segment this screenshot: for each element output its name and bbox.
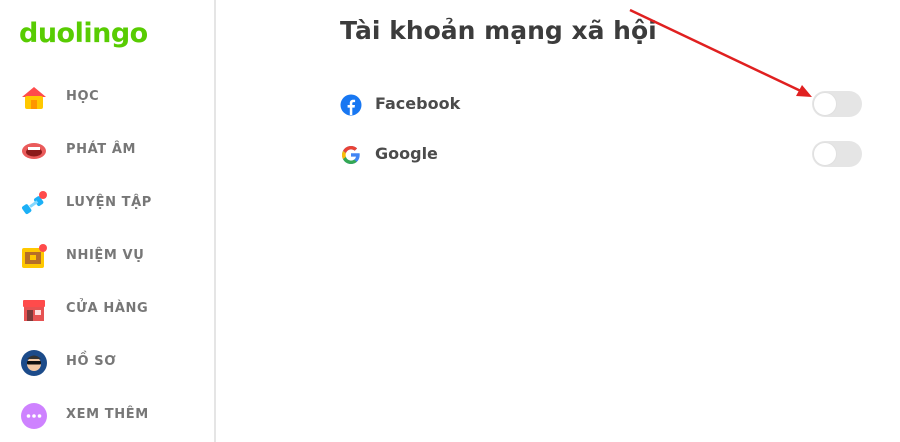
mouth-icon (22, 143, 46, 159)
sidebar-item-label: HỌC (66, 89, 100, 104)
house-icon (22, 87, 46, 109)
toggle-knob (813, 92, 837, 116)
facebook-icon (340, 94, 362, 116)
google-icon (342, 146, 360, 164)
main-content: Tài khoản mạng xã hội Facebook Google (216, 0, 900, 442)
sidebar-item-profile[interactable]: HỒ SƠ (0, 341, 214, 385)
sidebar-item-learn[interactable]: HỌC (0, 76, 214, 120)
shop-icon (23, 300, 45, 321)
avatar-icon (21, 350, 47, 376)
sidebar-item-quests[interactable]: NHIỆM VỤ (0, 235, 214, 279)
sidebar-item-more[interactable]: XEM THÊM (0, 394, 214, 438)
google-label: Google (375, 144, 438, 163)
more-dots-icon (21, 403, 47, 429)
sidebar-item-label: CỬA HÀNG (66, 301, 149, 316)
sidebar: duolingo HỌC PHÁT ÂM LUYỆN TẬP NHIỆM VỤ … (0, 0, 216, 442)
sidebar-item-practice[interactable]: LUYỆN TẬP (0, 182, 214, 226)
sidebar-item-pronunciation[interactable]: PHÁT ÂM (0, 129, 214, 173)
sidebar-item-label: HỒ SƠ (66, 354, 117, 369)
social-account-facebook: Facebook (340, 91, 860, 121)
facebook-label: Facebook (375, 94, 461, 113)
toggle-knob (813, 142, 837, 166)
sidebar-item-shop[interactable]: CỬA HÀNG (0, 288, 214, 332)
facebook-toggle[interactable] (812, 91, 862, 117)
sidebar-item-label: PHÁT ÂM (66, 142, 137, 157)
sidebar-item-label: LUYỆN TẬP (66, 195, 152, 210)
treasure-chest-icon (22, 244, 47, 268)
google-toggle[interactable] (812, 141, 862, 167)
duolingo-logo[interactable]: duolingo (19, 18, 148, 49)
sidebar-item-label: NHIỆM VỤ (66, 248, 145, 263)
sidebar-item-label: XEM THÊM (66, 407, 149, 422)
page-title: Tài khoản mạng xã hội (340, 16, 657, 45)
social-account-google: Google (340, 141, 860, 171)
dumbbell-icon (22, 191, 47, 215)
